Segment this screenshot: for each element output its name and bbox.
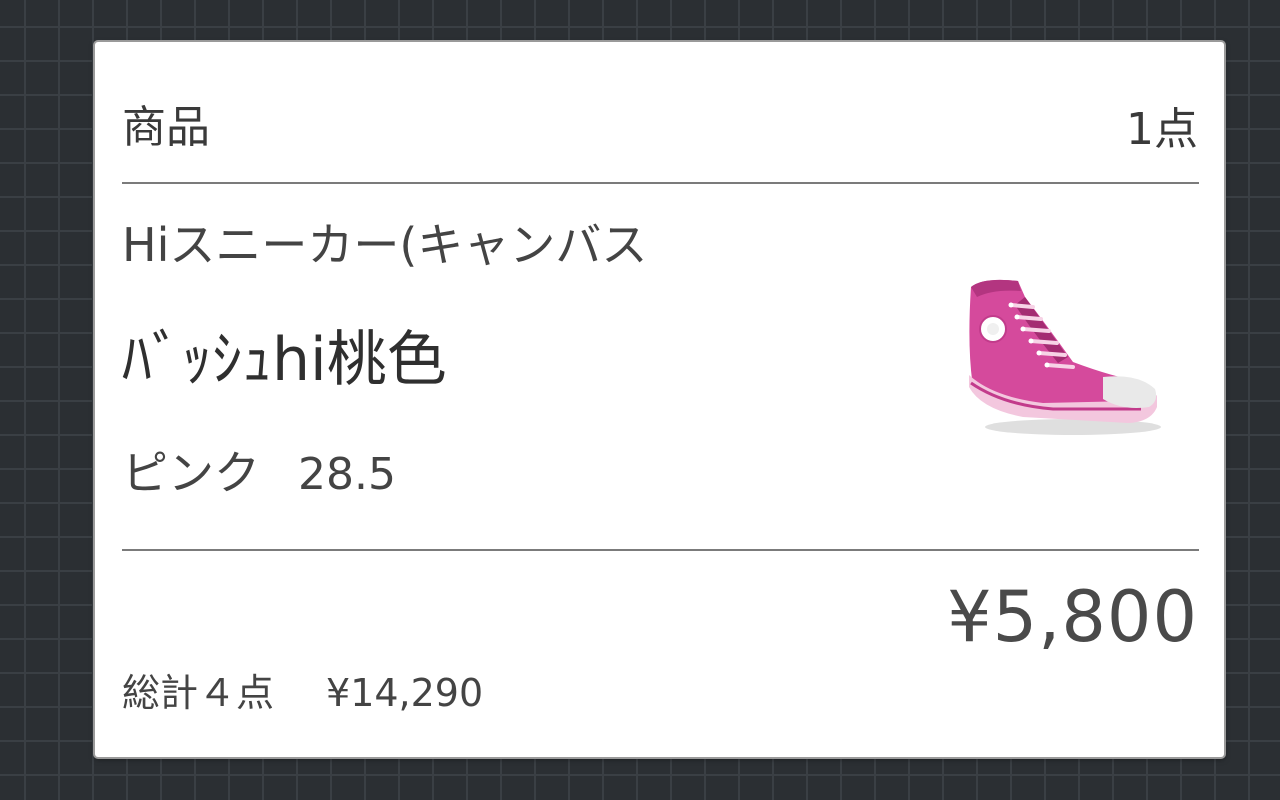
product-name-line1: Hiスニーカー(キャンバス bbox=[122, 218, 648, 272]
total-amount: ¥14,290 bbox=[326, 671, 484, 715]
product-size: 28.5 bbox=[298, 449, 396, 500]
product-name-line2: ﾊﾞｯｼｭhi桃色 bbox=[122, 325, 447, 395]
total-label: 総計４点 bbox=[122, 671, 275, 715]
product-image[interactable] bbox=[963, 267, 1163, 447]
section-title: 商品 bbox=[122, 102, 210, 153]
divider bbox=[122, 182, 1199, 184]
sneaker-icon bbox=[969, 279, 1161, 435]
product-price: ¥5,800 bbox=[947, 576, 1198, 658]
divider bbox=[122, 549, 1199, 551]
order-total: 総計４点 ¥14,290 bbox=[122, 674, 483, 712]
order-item-card: 商品 1点 Hiスニーカー(キャンバス ﾊﾞｯｼｭhi桃色 ピンク 28.5 ¥… bbox=[95, 42, 1224, 757]
product-color: ピンク bbox=[122, 446, 260, 500]
item-count: 1点 bbox=[1126, 104, 1198, 155]
product-variant: ピンク 28.5 bbox=[122, 450, 396, 497]
